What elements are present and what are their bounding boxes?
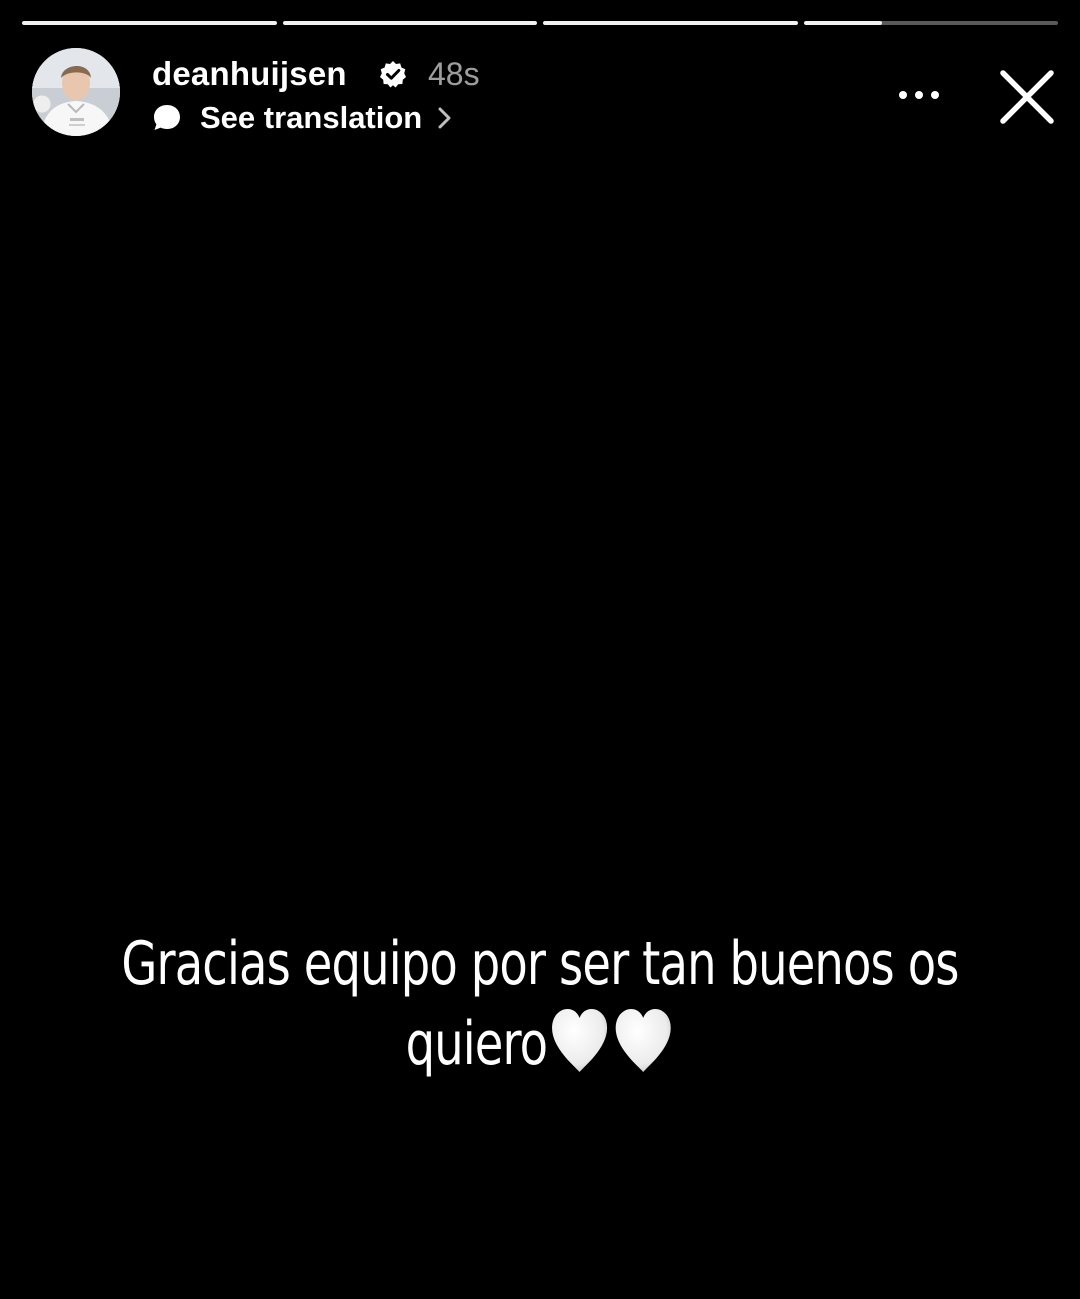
progress-fill: [22, 21, 277, 25]
close-icon[interactable]: [998, 68, 1056, 126]
caption-line-2: quiero: [405, 1009, 548, 1079]
white-heart-icon: [615, 1009, 671, 1072]
verified-badge-icon: [380, 61, 406, 88]
progress-fill: [803, 21, 883, 25]
progress-fill: [543, 21, 798, 25]
story-caption: Gracias equipo por ser tan buenos os qui…: [110, 924, 970, 1084]
progress-fill: [282, 21, 537, 25]
see-translation-label: See translation: [200, 100, 423, 135]
avatar[interactable]: [32, 48, 120, 136]
more-options-icon[interactable]: [894, 80, 944, 110]
story-header: deanhuijsen 48s See translation: [32, 48, 1060, 138]
caption-line-2-wrapper: quiero: [110, 1004, 970, 1084]
see-translation-button[interactable]: See translation: [152, 100, 454, 136]
author-username[interactable]: deanhuijsen: [152, 54, 347, 94]
progress-segment-3: [543, 21, 798, 25]
story-progress-bar: [22, 21, 1058, 26]
speech-bubble-icon: [154, 105, 180, 130]
progress-segment-2: [282, 21, 537, 25]
progress-segment-1: [22, 21, 277, 25]
progress-segment-4: [803, 21, 1058, 25]
chevron-right-icon: [438, 107, 451, 129]
post-time: 48s: [428, 56, 480, 92]
white-heart-icon: [552, 1009, 608, 1072]
caption-line-1: Gracias equipo por ser tan buenos os: [121, 929, 959, 999]
avatar-photo: [32, 48, 120, 136]
